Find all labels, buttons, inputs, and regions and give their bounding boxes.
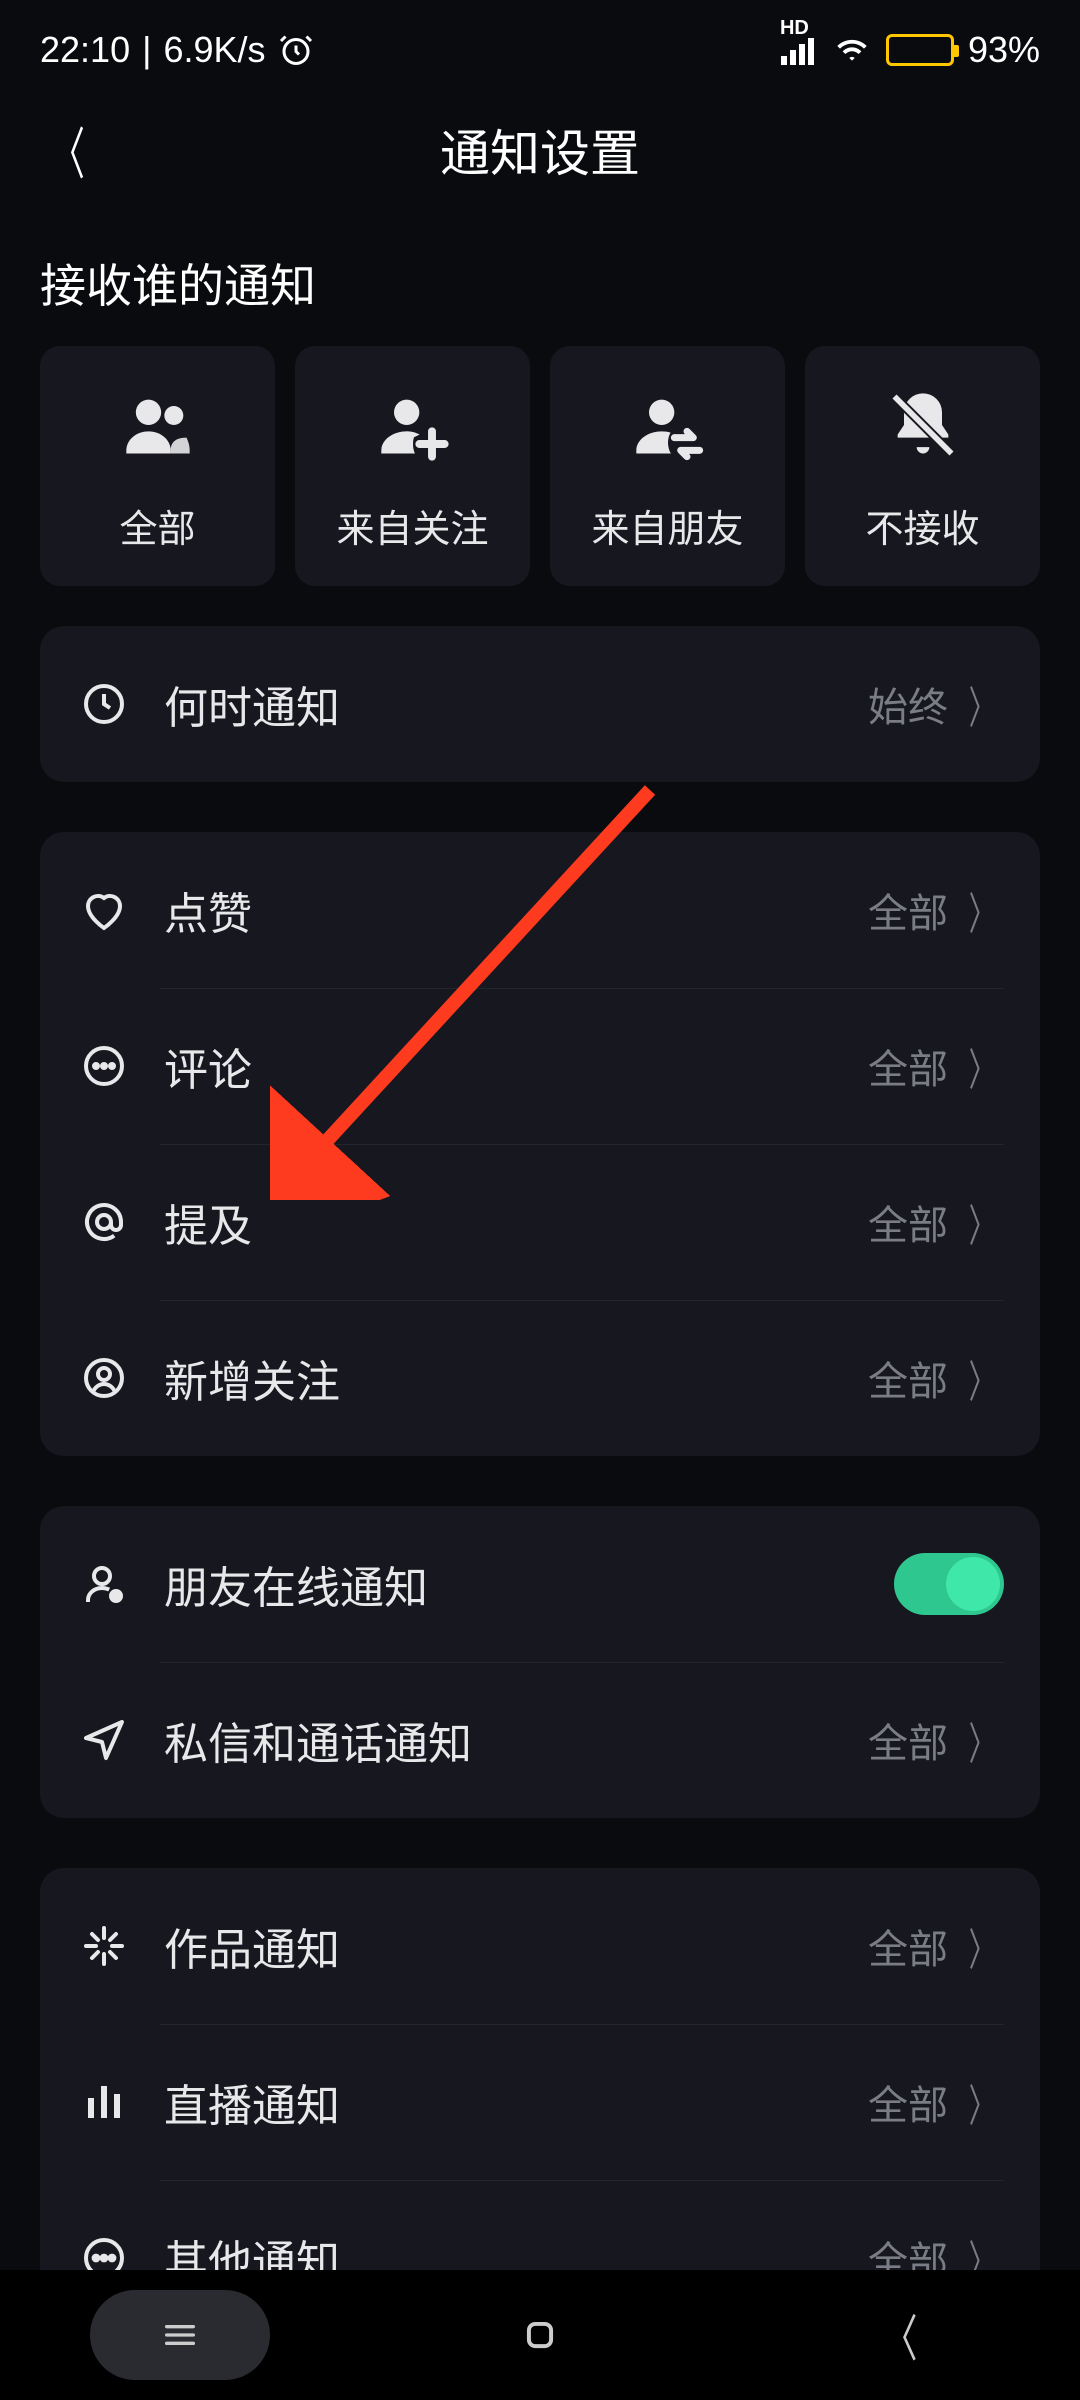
alarm-icon: [278, 32, 314, 68]
status-bar: 22:10 | 6.9K/s HD 93%: [0, 0, 1080, 90]
chevron-right-icon: 〉: [969, 1346, 995, 1410]
source-following-label: 来自关注: [336, 498, 488, 553]
group-content: 作品通知 全部 〉 直播通知 全部 〉 其他通知 全部 〉: [40, 1868, 1040, 2336]
header: 〈 通知设置: [0, 90, 1080, 210]
toggle-friend-online[interactable]: [894, 1553, 1004, 1615]
row-dm-label: 私信和通话通知: [164, 1708, 868, 1772]
row-like[interactable]: 点赞 全部 〉: [40, 832, 1040, 988]
group-timing: 何时通知 始终 〉: [40, 626, 1040, 782]
comment-icon: [76, 1038, 132, 1094]
battery-icon: [886, 34, 954, 66]
chevron-right-icon: 〉: [969, 878, 995, 942]
status-sep: |: [142, 29, 151, 71]
person-circle-icon: [76, 1350, 132, 1406]
row-live-value: 全部: [868, 2073, 948, 2131]
user-dot-icon: [76, 1556, 132, 1612]
chevron-right-icon: 〉: [969, 1914, 995, 1978]
chevron-right-icon: 〉: [969, 1034, 995, 1098]
row-friend-online-label: 朋友在线通知: [164, 1552, 894, 1616]
row-works-value: 全部: [868, 1917, 948, 1975]
row-mention-value: 全部: [868, 1193, 948, 1251]
nav-recent-button[interactable]: [90, 2290, 270, 2380]
row-when-label: 何时通知: [164, 672, 868, 736]
chevron-right-icon: 〉: [969, 672, 995, 736]
row-new-follower-label: 新增关注: [164, 1346, 868, 1410]
row-comment[interactable]: 评论 全部 〉: [40, 988, 1040, 1144]
row-mention[interactable]: 提及 全部 〉: [40, 1144, 1040, 1300]
row-comment-label: 评论: [164, 1034, 868, 1098]
hd-signal-icon: HD: [780, 35, 818, 65]
row-new-follower[interactable]: 新增关注 全部 〉: [40, 1300, 1040, 1456]
wifi-icon: [832, 34, 872, 66]
at-icon: [76, 1194, 132, 1250]
row-live[interactable]: 直播通知 全部 〉: [40, 2024, 1040, 2180]
source-none[interactable]: 不接收: [805, 346, 1040, 586]
users-icon: [120, 380, 196, 470]
chevron-right-icon: 〉: [969, 1190, 995, 1254]
send-icon: [76, 1712, 132, 1768]
row-works[interactable]: 作品通知 全部 〉: [40, 1868, 1040, 2024]
chevron-right-icon: 〉: [969, 1708, 995, 1772]
row-friend-online[interactable]: 朋友在线通知: [40, 1506, 1040, 1662]
source-grid: 全部 来自关注 来自朋友 不接收: [0, 346, 1080, 626]
row-mention-label: 提及: [164, 1190, 868, 1254]
bars-icon: [76, 2074, 132, 2130]
row-comment-value: 全部: [868, 1037, 948, 1095]
row-like-value: 全部: [868, 881, 948, 939]
page-title: 通知设置: [440, 114, 640, 186]
status-left: 22:10 | 6.9K/s: [40, 29, 314, 71]
source-heading: 接收谁的通知: [0, 210, 1080, 346]
sparkle-icon: [76, 1918, 132, 1974]
battery-pct: 93%: [968, 29, 1040, 71]
status-speed: 6.9K/s: [163, 29, 265, 71]
user-swap-icon: [630, 380, 706, 470]
back-button[interactable]: 〈: [51, 110, 85, 191]
status-right: HD 93%: [780, 29, 1040, 71]
row-when[interactable]: 何时通知 始终 〉: [40, 626, 1040, 782]
bell-off-icon: [885, 380, 961, 470]
group-social: 朋友在线通知 私信和通话通知 全部 〉: [40, 1506, 1040, 1818]
user-plus-icon: [375, 380, 451, 470]
group-interactions: 点赞 全部 〉 评论 全部 〉 提及 全部 〉 新增关注 全部 〉: [40, 832, 1040, 1456]
clock-icon: [76, 676, 132, 732]
source-friends-label: 来自朋友: [591, 498, 743, 553]
status-time: 22:10: [40, 29, 130, 71]
nav-back-button[interactable]: 〈: [810, 2290, 990, 2380]
system-nav-bar: 〈: [0, 2270, 1080, 2400]
row-works-label: 作品通知: [164, 1914, 868, 1978]
chevron-right-icon: 〉: [969, 2070, 995, 2134]
heart-icon: [76, 882, 132, 938]
nav-home-button[interactable]: [450, 2290, 630, 2380]
source-none-label: 不接收: [865, 498, 979, 553]
row-dm-value: 全部: [868, 1711, 948, 1769]
source-all-label: 全部: [119, 498, 195, 553]
row-live-label: 直播通知: [164, 2070, 868, 2134]
row-dm[interactable]: 私信和通话通知 全部 〉: [40, 1662, 1040, 1818]
row-like-label: 点赞: [164, 878, 868, 942]
source-following[interactable]: 来自关注: [295, 346, 530, 586]
source-all[interactable]: 全部: [40, 346, 275, 586]
source-friends[interactable]: 来自朋友: [550, 346, 785, 586]
row-new-follower-value: 全部: [868, 1349, 948, 1407]
row-when-value: 始终: [868, 675, 948, 733]
